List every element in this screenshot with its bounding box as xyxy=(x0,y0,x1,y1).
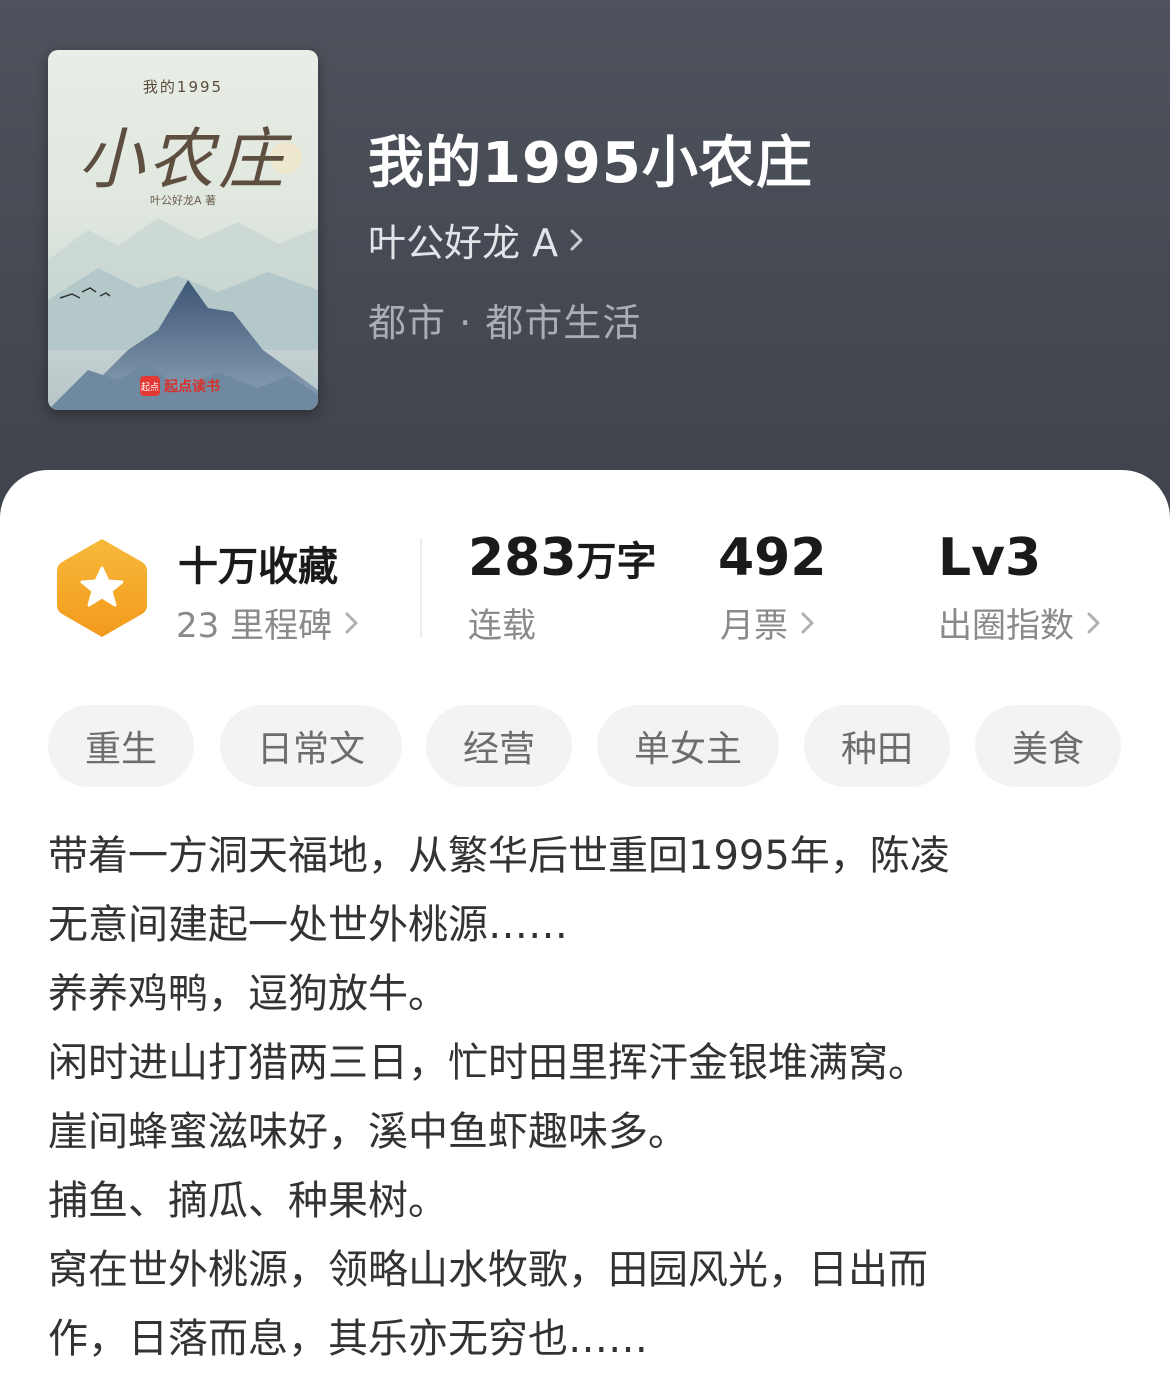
milestone-link[interactable]: 23 里程碑 xyxy=(176,598,360,647)
serial-status-label: 连载 xyxy=(468,606,536,646)
influence-link[interactable]: 出圈指数 xyxy=(938,598,1102,647)
stats-divider xyxy=(420,538,422,638)
publisher-logo: 起点 起点读书 xyxy=(140,376,220,396)
cover-mountains-illustration xyxy=(48,142,318,410)
chevron-right-icon xyxy=(801,612,814,633)
word-count-unit: 万字 xyxy=(576,539,657,585)
description-line: 无意间建起一处世外桃源…… xyxy=(48,902,568,948)
tag-chip[interactable]: 重生 xyxy=(48,705,194,787)
description-line: 崖间蜂蜜滋味好，溪中鱼虾趣味多。 xyxy=(48,1109,688,1155)
chevron-right-icon xyxy=(345,612,358,633)
tag-chip[interactable]: 种田 xyxy=(804,705,950,787)
cover-small-title: 我的1995 xyxy=(142,78,224,96)
publisher-mark-icon: 起点 xyxy=(140,376,160,396)
chevron-right-icon xyxy=(570,229,583,250)
book-title: 我的1995小农庄 xyxy=(368,131,813,196)
monthly-votes-link[interactable]: 月票 xyxy=(720,598,816,647)
monthly-vote-count: 492 xyxy=(718,528,827,588)
influence-level: Lv3 xyxy=(938,528,1042,588)
description-line: 闲时进山打猎两三日，忙时田里挥汗金银堆满窝。 xyxy=(48,1040,928,1086)
book-cover[interactable]: 我的1995 小农庄 叶公好龙A 著 起点 起点读书 xyxy=(48,50,318,410)
tag-chip[interactable]: 单女主 xyxy=(597,705,779,787)
monthly-votes-label: 月票 xyxy=(720,606,788,646)
star-badge-icon xyxy=(57,539,147,637)
cover-author: 叶公好龙A 著 xyxy=(149,194,217,207)
description-line: 带着一方洞天福地，从繁华后世重回1995年，陈凌 xyxy=(48,833,950,879)
milestone-label: 23 里程碑 xyxy=(176,606,333,646)
author-name: 叶公好龙 A xyxy=(368,221,559,265)
cover-big-title: 小农庄 xyxy=(78,121,288,198)
tag-chip[interactable]: 日常文 xyxy=(220,705,402,787)
word-count-number: 283 xyxy=(468,528,577,588)
influence-label: 出圈指数 xyxy=(938,606,1074,646)
description-line: 窝在世外桃源，领略山水牧歌，田园风光，日出而 xyxy=(48,1247,928,1293)
tag-chip[interactable]: 经营 xyxy=(426,705,572,787)
serial-status: 连载 xyxy=(468,598,536,647)
description-line: 养养鸡鸭，逗狗放牛。 xyxy=(48,971,448,1017)
book-genre[interactable]: 都市 · 都市生活 xyxy=(368,292,641,347)
book-description[interactable]: 带着一方洞天福地，从繁华后世重回1995年，陈凌 无意间建起一处世外桃源…… 养… xyxy=(48,822,1128,1374)
word-count: 283万字 xyxy=(468,528,657,588)
tag-chip[interactable]: 美食 xyxy=(975,705,1121,787)
publisher-name: 起点读书 xyxy=(164,379,220,395)
author-link[interactable]: 叶公好龙 A xyxy=(368,212,586,267)
chevron-right-icon xyxy=(1087,612,1100,633)
description-line: 作，日落而息，其乐亦无穷也…… xyxy=(48,1316,648,1362)
description-line: 捕鱼、摘瓜、种果树。 xyxy=(48,1178,448,1224)
collection-count: 十万收藏 xyxy=(178,544,338,590)
